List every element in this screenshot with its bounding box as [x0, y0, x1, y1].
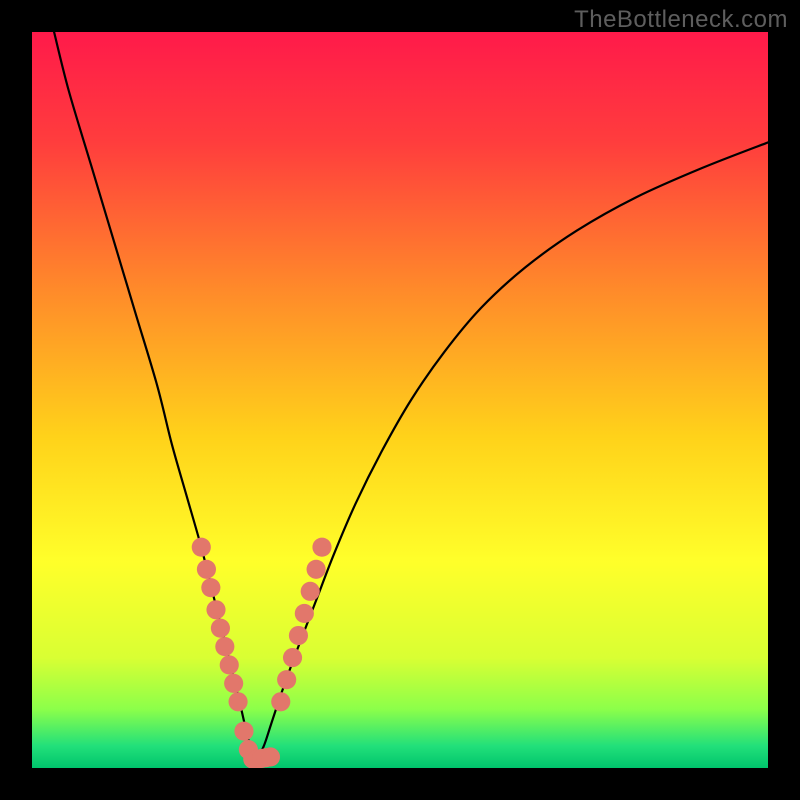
highlight-dot [220, 655, 239, 674]
highlight-dot [211, 619, 230, 638]
highlight-dot [201, 578, 220, 597]
highlight-dot [206, 600, 225, 619]
highlight-dot [277, 670, 296, 689]
highlight-dot [283, 648, 302, 667]
highlight-dot [261, 747, 280, 766]
highlight-dot [301, 582, 320, 601]
highlight-dot [307, 560, 326, 579]
highlight-dot [295, 604, 314, 623]
highlight-dot [234, 722, 253, 741]
chart-svg [32, 32, 768, 768]
chart-frame: TheBottleneck.com [0, 0, 800, 800]
highlight-dot [271, 692, 290, 711]
highlight-dot [224, 674, 243, 693]
highlight-dot [312, 538, 331, 557]
highlight-dot [192, 538, 211, 557]
watermark-text: TheBottleneck.com [574, 6, 788, 34]
highlight-dot [215, 637, 234, 656]
highlight-dot [289, 626, 308, 645]
gradient-background [32, 32, 768, 768]
highlight-dot [229, 692, 248, 711]
chart-plot-area [32, 32, 768, 768]
highlight-dot [197, 560, 216, 579]
